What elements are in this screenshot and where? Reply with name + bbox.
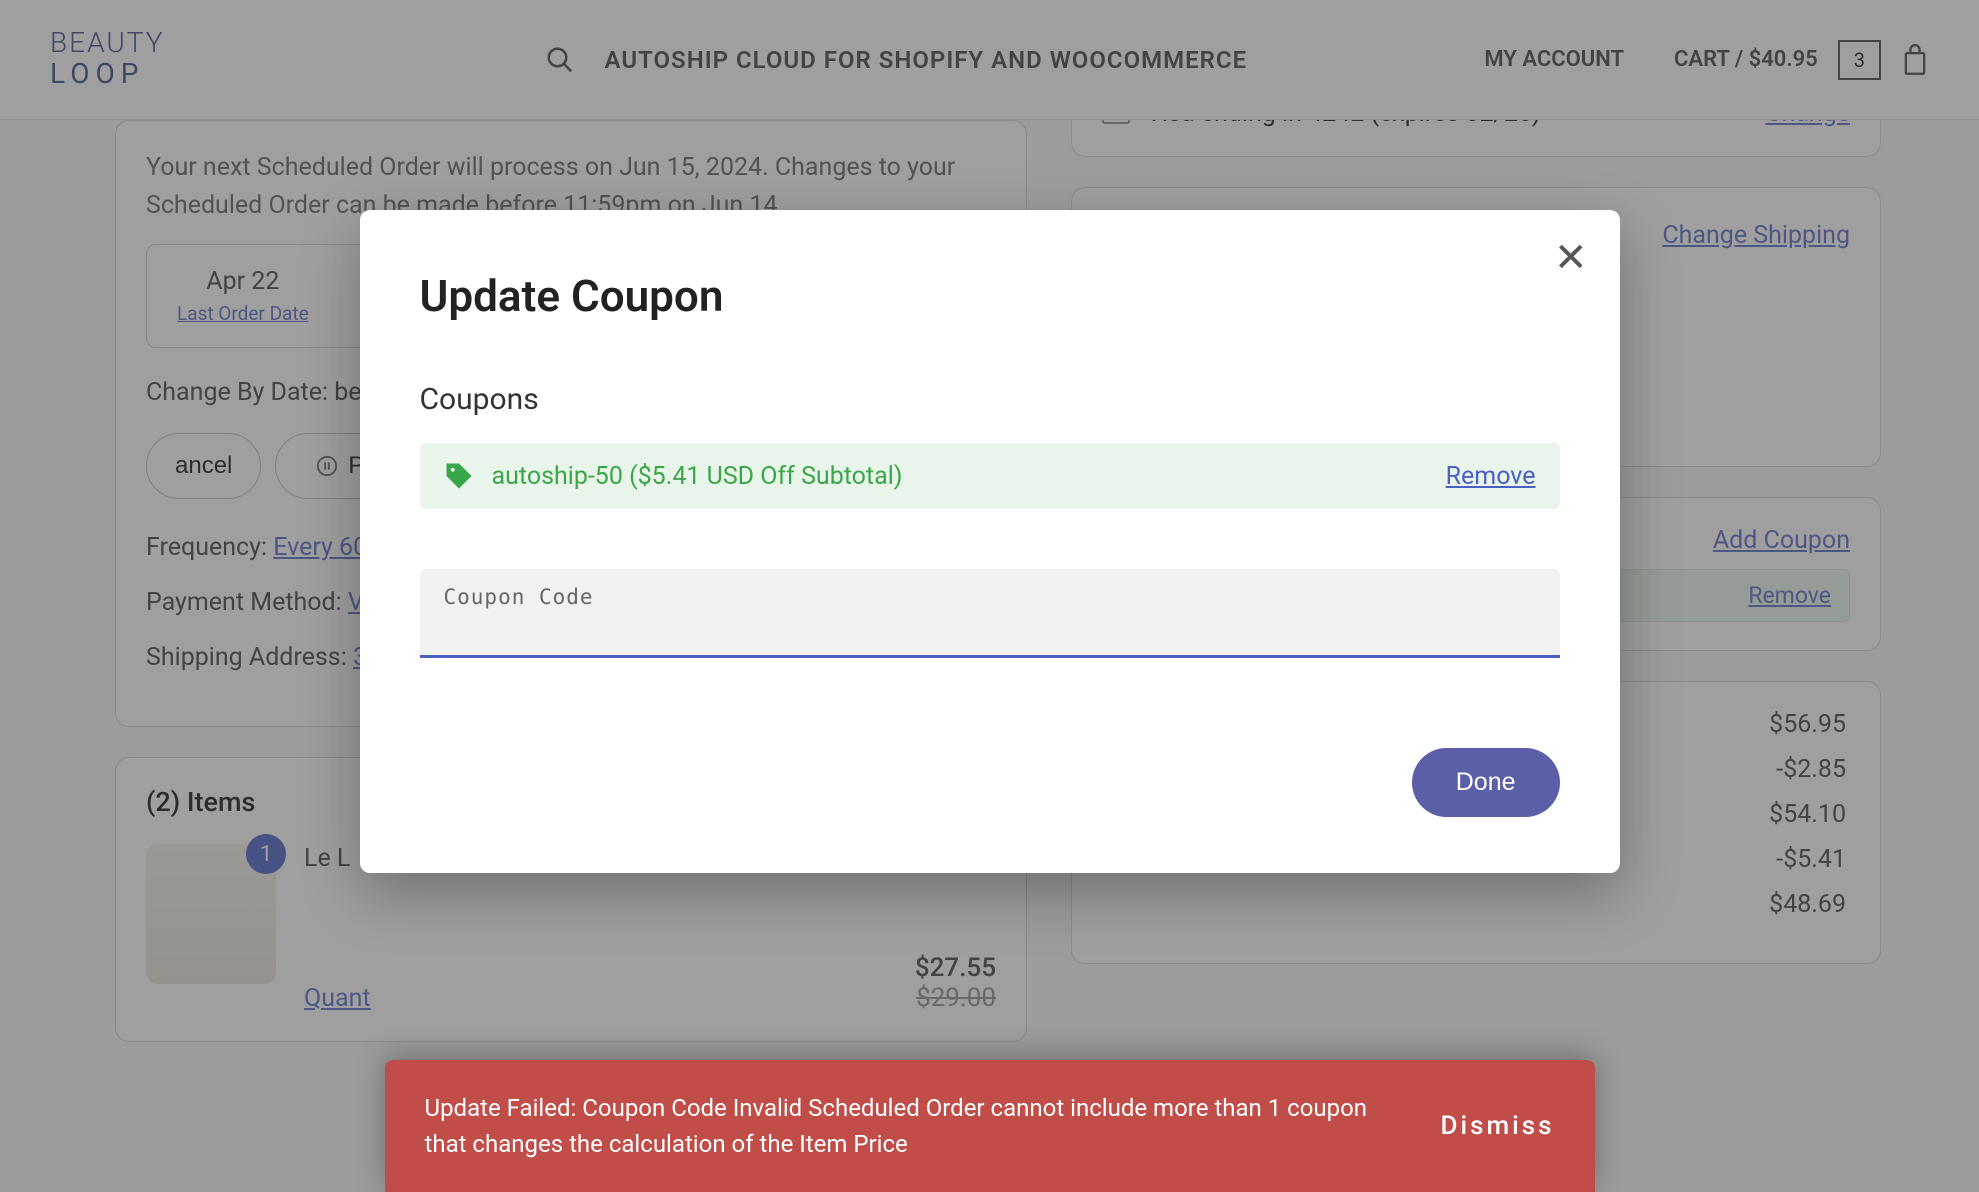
close-icon[interactable]: ✕ bbox=[1554, 238, 1588, 278]
coupon-input-container[interactable]: Coupon Code bbox=[420, 569, 1560, 658]
applied-coupon-text: autoship-50 ($5.41 USD Off Subtotal) bbox=[492, 462, 903, 491]
applied-coupon-row: autoship-50 ($5.41 USD Off Subtotal) Rem… bbox=[420, 443, 1560, 509]
dismiss-button[interactable]: Dismiss bbox=[1440, 1111, 1554, 1141]
error-toast: Update Failed: Coupon Code Invalid Sched… bbox=[385, 1060, 1595, 1192]
coupon-code-input[interactable] bbox=[444, 615, 1536, 643]
modal-title: Update Coupon bbox=[420, 270, 1560, 322]
remove-coupon-link[interactable]: Remove bbox=[1446, 462, 1536, 491]
coupons-section-title: Coupons bbox=[420, 382, 1560, 417]
tag-icon bbox=[444, 461, 474, 491]
update-coupon-modal: ✕ Update Coupon Coupons autoship-50 ($5.… bbox=[360, 210, 1620, 873]
coupon-input-label: Coupon Code bbox=[444, 585, 1536, 609]
done-button[interactable]: Done bbox=[1412, 748, 1560, 817]
toast-message: Update Failed: Coupon Code Invalid Sched… bbox=[425, 1090, 1401, 1162]
